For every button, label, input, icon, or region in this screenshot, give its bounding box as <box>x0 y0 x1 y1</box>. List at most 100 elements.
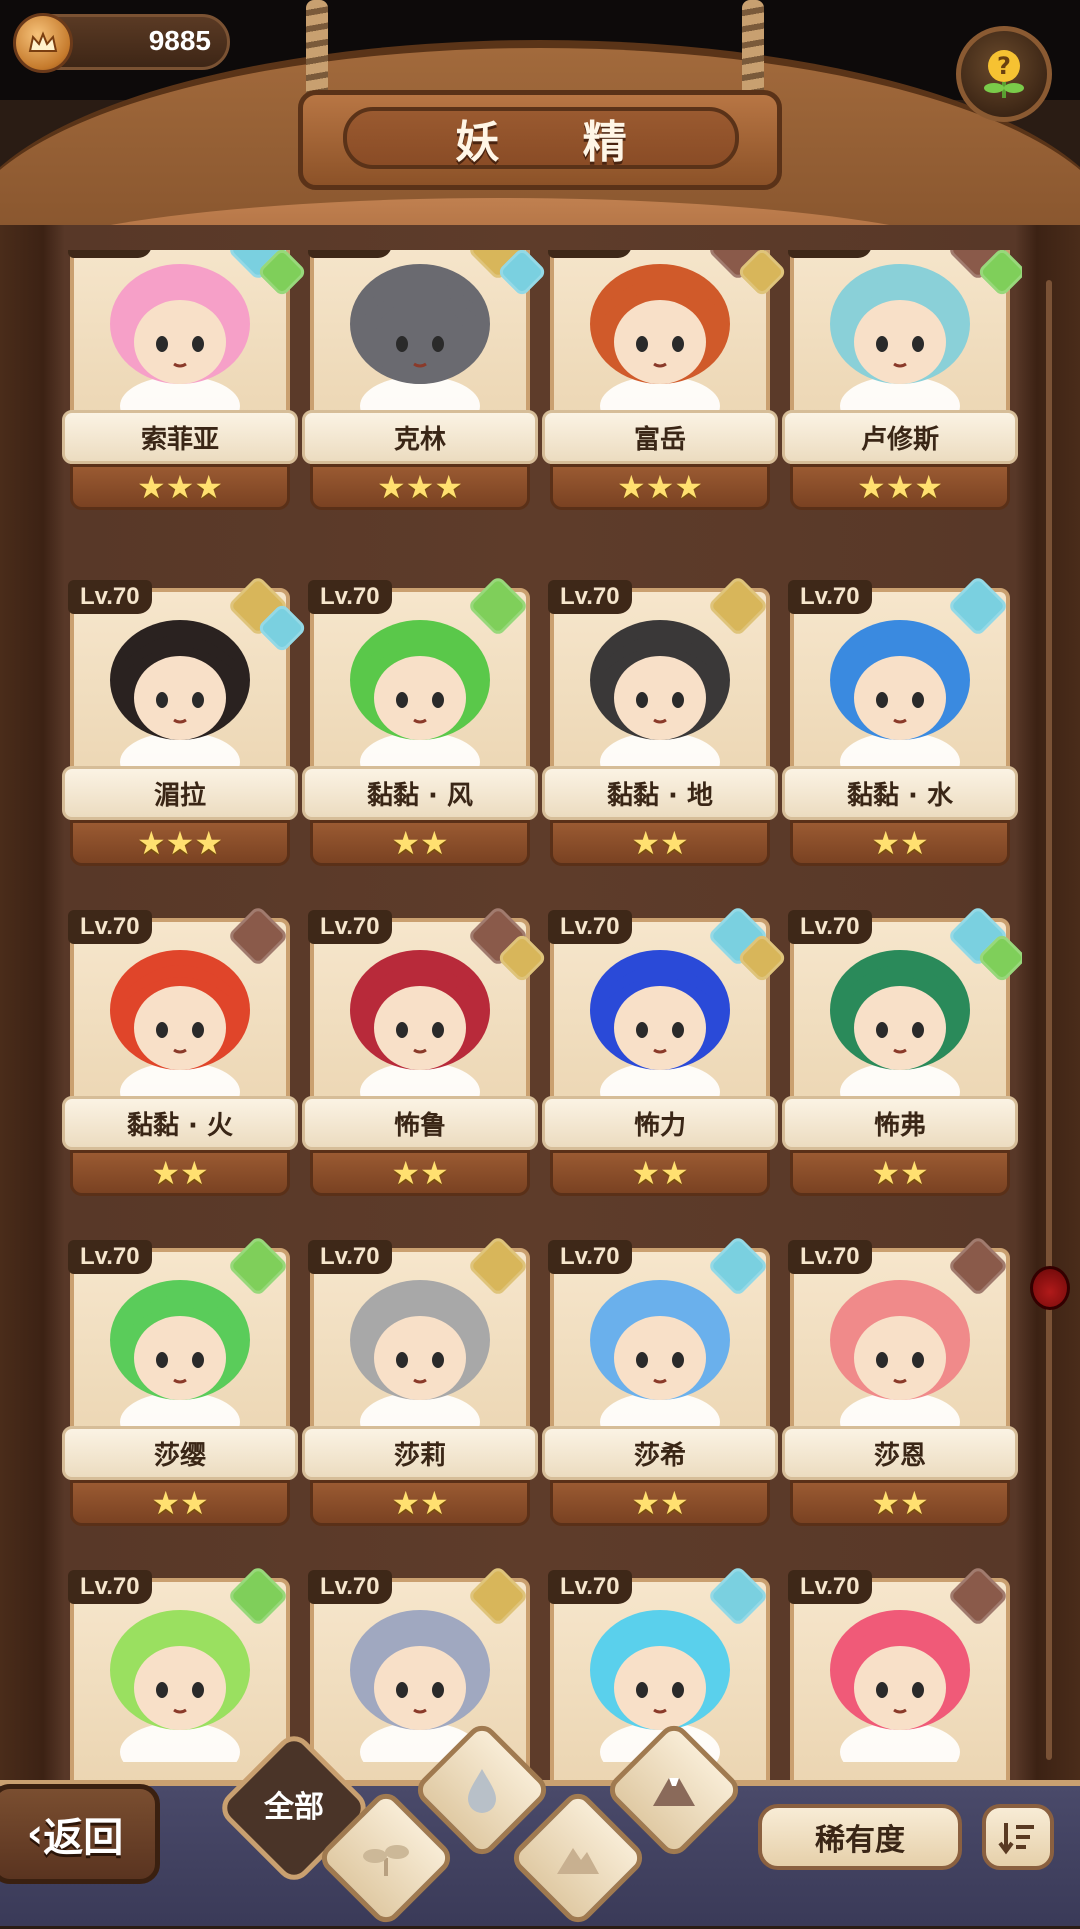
level-tag: Lv.70 <box>308 580 392 614</box>
coin-counter: 9885 <box>13 13 230 73</box>
sort-rarity-button[interactable]: 稀有度 <box>758 1804 962 1870</box>
scrollbar-track[interactable] <box>1046 280 1052 1760</box>
fairy-card[interactable]: Lv.70 怖弗 ★★ <box>782 904 1022 1200</box>
fairy-name: 黏黏 · 火 <box>62 1096 298 1150</box>
ladybug-scroll-handle[interactable] <box>1030 1266 1070 1310</box>
sprout-icon <box>336 1808 436 1908</box>
star-rating: ★★ <box>550 1150 770 1196</box>
fairy-portrait <box>350 950 490 1102</box>
level-tag: Lv.70 <box>788 1570 872 1604</box>
fairy-name: 黏黏 · 风 <box>302 766 538 820</box>
fairy-portrait <box>830 1610 970 1762</box>
level-tag: Lv.70 <box>788 580 872 614</box>
fairy-card[interactable]: Lv.70 <box>782 1564 1018 1780</box>
fairy-portrait <box>830 1280 970 1432</box>
sort-rarity-label: 稀有度 <box>815 1823 905 1858</box>
star-rating: ★★ <box>310 820 530 866</box>
level-tag: Lv.70 <box>68 250 152 258</box>
fairy-portrait <box>350 620 490 772</box>
star-rating: ★★ <box>310 1480 530 1526</box>
help-button[interactable]: ? <box>956 26 1052 122</box>
star-rating: ★★★ <box>70 820 290 866</box>
star-rating: ★★ <box>550 820 770 866</box>
star-rating: ★★ <box>790 820 1010 866</box>
level-tag: Lv.70 <box>308 250 392 258</box>
fairy-portrait <box>590 950 730 1102</box>
chevron-left-icon: ‹ <box>26 1811 44 1857</box>
fairy-card[interactable]: Lv.70 莎希 ★★ <box>542 1234 778 1530</box>
star-rating: ★★ <box>790 1480 1010 1526</box>
fairy-name: 莎恩 <box>782 1426 1018 1480</box>
fairy-card[interactable]: Lv.70 黏黏 · 地 ★★ <box>542 574 778 870</box>
fairy-name: 富岳 <box>542 410 778 464</box>
fairy-portrait <box>110 264 250 416</box>
fairy-card[interactable]: Lv.70 莎恩 ★★ <box>782 1234 1018 1530</box>
level-tag: Lv.70 <box>788 910 872 944</box>
level-tag: Lv.70 <box>68 580 152 614</box>
svg-text:?: ? <box>997 52 1011 80</box>
fairy-card[interactable]: Lv.70 黏黏 · 风 ★★ <box>302 574 538 870</box>
fairy-card[interactable]: Lv.70 莎缨 ★★ <box>62 1234 298 1530</box>
volcano-icon <box>624 1740 724 1840</box>
fairy-name: 索菲亚 <box>62 410 298 464</box>
fairy-card[interactable]: Lv.70 富岳★★★ <box>542 250 788 514</box>
star-rating: ★★ <box>790 1150 1010 1196</box>
fairy-name: 怖鲁 <box>302 1096 538 1150</box>
fairy-card[interactable]: Lv.70 <box>62 1564 298 1780</box>
fairy-name: 怖弗 <box>782 1096 1018 1150</box>
fairy-card[interactable]: Lv.70 卢修斯★★★ <box>782 250 1022 514</box>
level-tag: Lv.70 <box>548 1570 632 1604</box>
level-tag: Lv.70 <box>68 1240 152 1274</box>
fairy-portrait <box>590 620 730 772</box>
fairy-portrait <box>590 264 730 416</box>
filter-all-label: 全部 <box>264 1790 324 1825</box>
fairy-name: 怖力 <box>542 1096 778 1150</box>
star-rating: ★★★ <box>310 464 530 510</box>
fairy-name: 湄拉 <box>62 766 298 820</box>
fairy-name: 莎希 <box>542 1426 778 1480</box>
level-tag: Lv.70 <box>788 1240 872 1274</box>
fairy-name: 克林 <box>302 410 538 464</box>
fairy-portrait <box>110 950 250 1102</box>
star-rating: ★★ <box>310 1150 530 1196</box>
fairy-card[interactable]: Lv.70 黏黏 · 火 ★★ <box>62 904 298 1200</box>
star-rating: ★★ <box>70 1150 290 1196</box>
sort-order-icon <box>998 1823 1034 1855</box>
sort-order-button[interactable] <box>982 1804 1054 1870</box>
star-rating: ★★ <box>550 1480 770 1526</box>
coin-icon <box>13 13 73 73</box>
level-tag: Lv.70 <box>308 1570 392 1604</box>
fairy-name: 黏黏 · 地 <box>542 766 778 820</box>
fairy-name: 黏黏 · 水 <box>782 766 1018 820</box>
star-rating: ★★★ <box>70 464 290 510</box>
fairy-grid: Lv.70索菲亚★★★Lv.70克林★★★Lv.70富岳★★★Lv.70卢修斯★… <box>62 250 1022 1780</box>
title-plank: 妖 精 <box>298 90 782 190</box>
fairy-card[interactable]: Lv.70 怖力 ★★ <box>542 904 788 1200</box>
fairy-card[interactable]: Lv.70 黏黏 · 水 ★★ <box>782 574 1018 870</box>
level-tag: Lv.70 <box>548 1240 632 1274</box>
level-tag: Lv.70 <box>548 250 632 258</box>
star-rating: ★★ <box>70 1480 290 1526</box>
back-button[interactable]: ‹ 返回 <box>0 1784 160 1884</box>
fairy-portrait <box>350 264 490 416</box>
mountain-earth-icon <box>528 1808 628 1908</box>
fairy-portrait <box>110 1280 250 1432</box>
fairy-portrait <box>350 1280 490 1432</box>
level-tag: Lv.70 <box>788 250 872 258</box>
fairy-portrait <box>830 264 970 416</box>
fairy-card[interactable]: Lv.70 索菲亚★★★ <box>62 250 308 514</box>
level-tag: Lv.70 <box>68 1570 152 1604</box>
level-tag: Lv.70 <box>68 910 152 944</box>
fairy-card[interactable]: Lv.70 怖鲁 ★★ <box>302 904 548 1200</box>
fairy-card[interactable]: Lv.70 湄拉 ★★★ <box>62 574 308 870</box>
fairy-card[interactable]: Lv.70 克林★★★ <box>302 250 548 514</box>
level-tag: Lv.70 <box>308 910 392 944</box>
fairy-portrait <box>110 620 250 772</box>
coin-value: 9885 <box>148 25 211 56</box>
fairy-card[interactable]: Lv.70 莎莉 ★★ <box>302 1234 538 1530</box>
level-tag: Lv.70 <box>308 1240 392 1274</box>
fairy-portrait <box>830 950 970 1102</box>
level-tag: Lv.70 <box>548 910 632 944</box>
fairy-name: 莎缨 <box>62 1426 298 1480</box>
star-rating: ★★★ <box>550 464 770 510</box>
